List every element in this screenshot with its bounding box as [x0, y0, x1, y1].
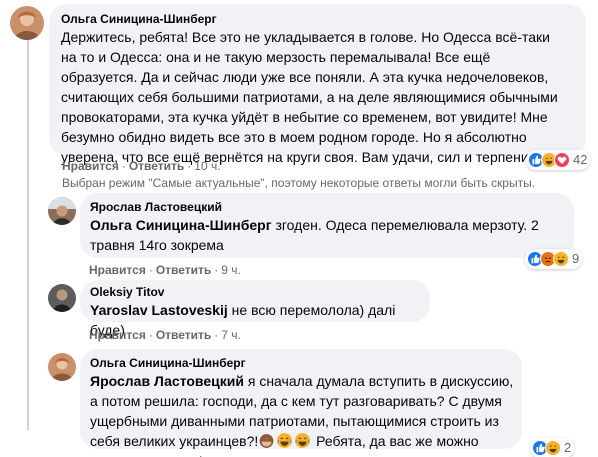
reply-time[interactable]: 9 ч. [221, 263, 241, 277]
reply-bubble: Ольга Синицина-Шинберг Ярослав Ластовецк… [80, 349, 522, 457]
reply-text: Ольга Синицина-Шинберг згоден. Одеса пер… [90, 217, 539, 253]
reply-actions: Нравится · Ответить · 9 ч. [89, 263, 241, 277]
reply-actions: Нравится · Ответить · 7 ч. [89, 328, 241, 342]
haha-icon [553, 251, 569, 267]
monkey-emoji [259, 434, 274, 448]
reply-bubble: Oleksiy Titov Yaroslav Lastoveskij не вс… [80, 280, 430, 338]
love-icon [554, 152, 570, 168]
avatar[interactable] [10, 6, 44, 40]
mention-link[interactable]: Yaroslav Lastoveskij [90, 302, 228, 318]
comment-text: Держитесь, ребята! Все это не укладывает… [61, 29, 558, 165]
reply-button[interactable]: Ответить [129, 159, 184, 173]
reaction-summary[interactable]: 9 [525, 249, 583, 269]
thread-connector [27, 40, 29, 430]
reaction-summary[interactable]: 42 [526, 150, 591, 170]
like-button[interactable]: Нравится [89, 263, 146, 277]
reply-bubble: Ярослав Ластовецкий Ольга Синицина-Шинбе… [80, 193, 574, 258]
comment-actions: Нравится · Ответить · 10 ч. [62, 159, 221, 173]
mention-link[interactable]: Ольга Синицина-Шинберг [90, 217, 272, 233]
reply-author[interactable]: Ярослав Ластовецкий [90, 199, 564, 215]
reply-time[interactable]: 7 ч. [221, 328, 241, 342]
comment-bubble: Ольга Синицина-Шинберг Держитесь, ребята… [49, 4, 586, 165]
like-button[interactable]: Нравится [89, 328, 146, 342]
reply-button[interactable]: Ответить [156, 263, 211, 277]
filter-notice: Выбран режим "Самые актуальные", поэтому… [62, 176, 536, 190]
laugh-emoji [295, 433, 311, 448]
reaction-count: 2 [564, 440, 572, 455]
reply-author[interactable]: Ольга Синицина-Шинберг [90, 355, 512, 371]
reply-button[interactable]: Ответить [156, 328, 211, 342]
avatar[interactable] [48, 197, 76, 225]
comment-time[interactable]: 10 ч. [194, 159, 220, 173]
reaction-count: 9 [572, 251, 580, 266]
like-button[interactable]: Нравится [62, 159, 119, 173]
mention-link[interactable]: Ярослав Ластовецкий [90, 373, 244, 389]
avatar[interactable] [48, 284, 76, 312]
reply-text: Ярослав Ластовецкий я сначала думала вст… [90, 373, 514, 457]
reply-author[interactable]: Oleksiy Titov [90, 284, 420, 300]
comment-author[interactable]: Ольга Синицина-Шинберг [61, 11, 574, 27]
avatar[interactable] [48, 353, 76, 381]
haha-icon [545, 440, 561, 456]
reaction-summary[interactable]: 2 [530, 438, 575, 457]
reaction-count: 42 [573, 152, 588, 167]
laugh-emoji [277, 433, 293, 448]
